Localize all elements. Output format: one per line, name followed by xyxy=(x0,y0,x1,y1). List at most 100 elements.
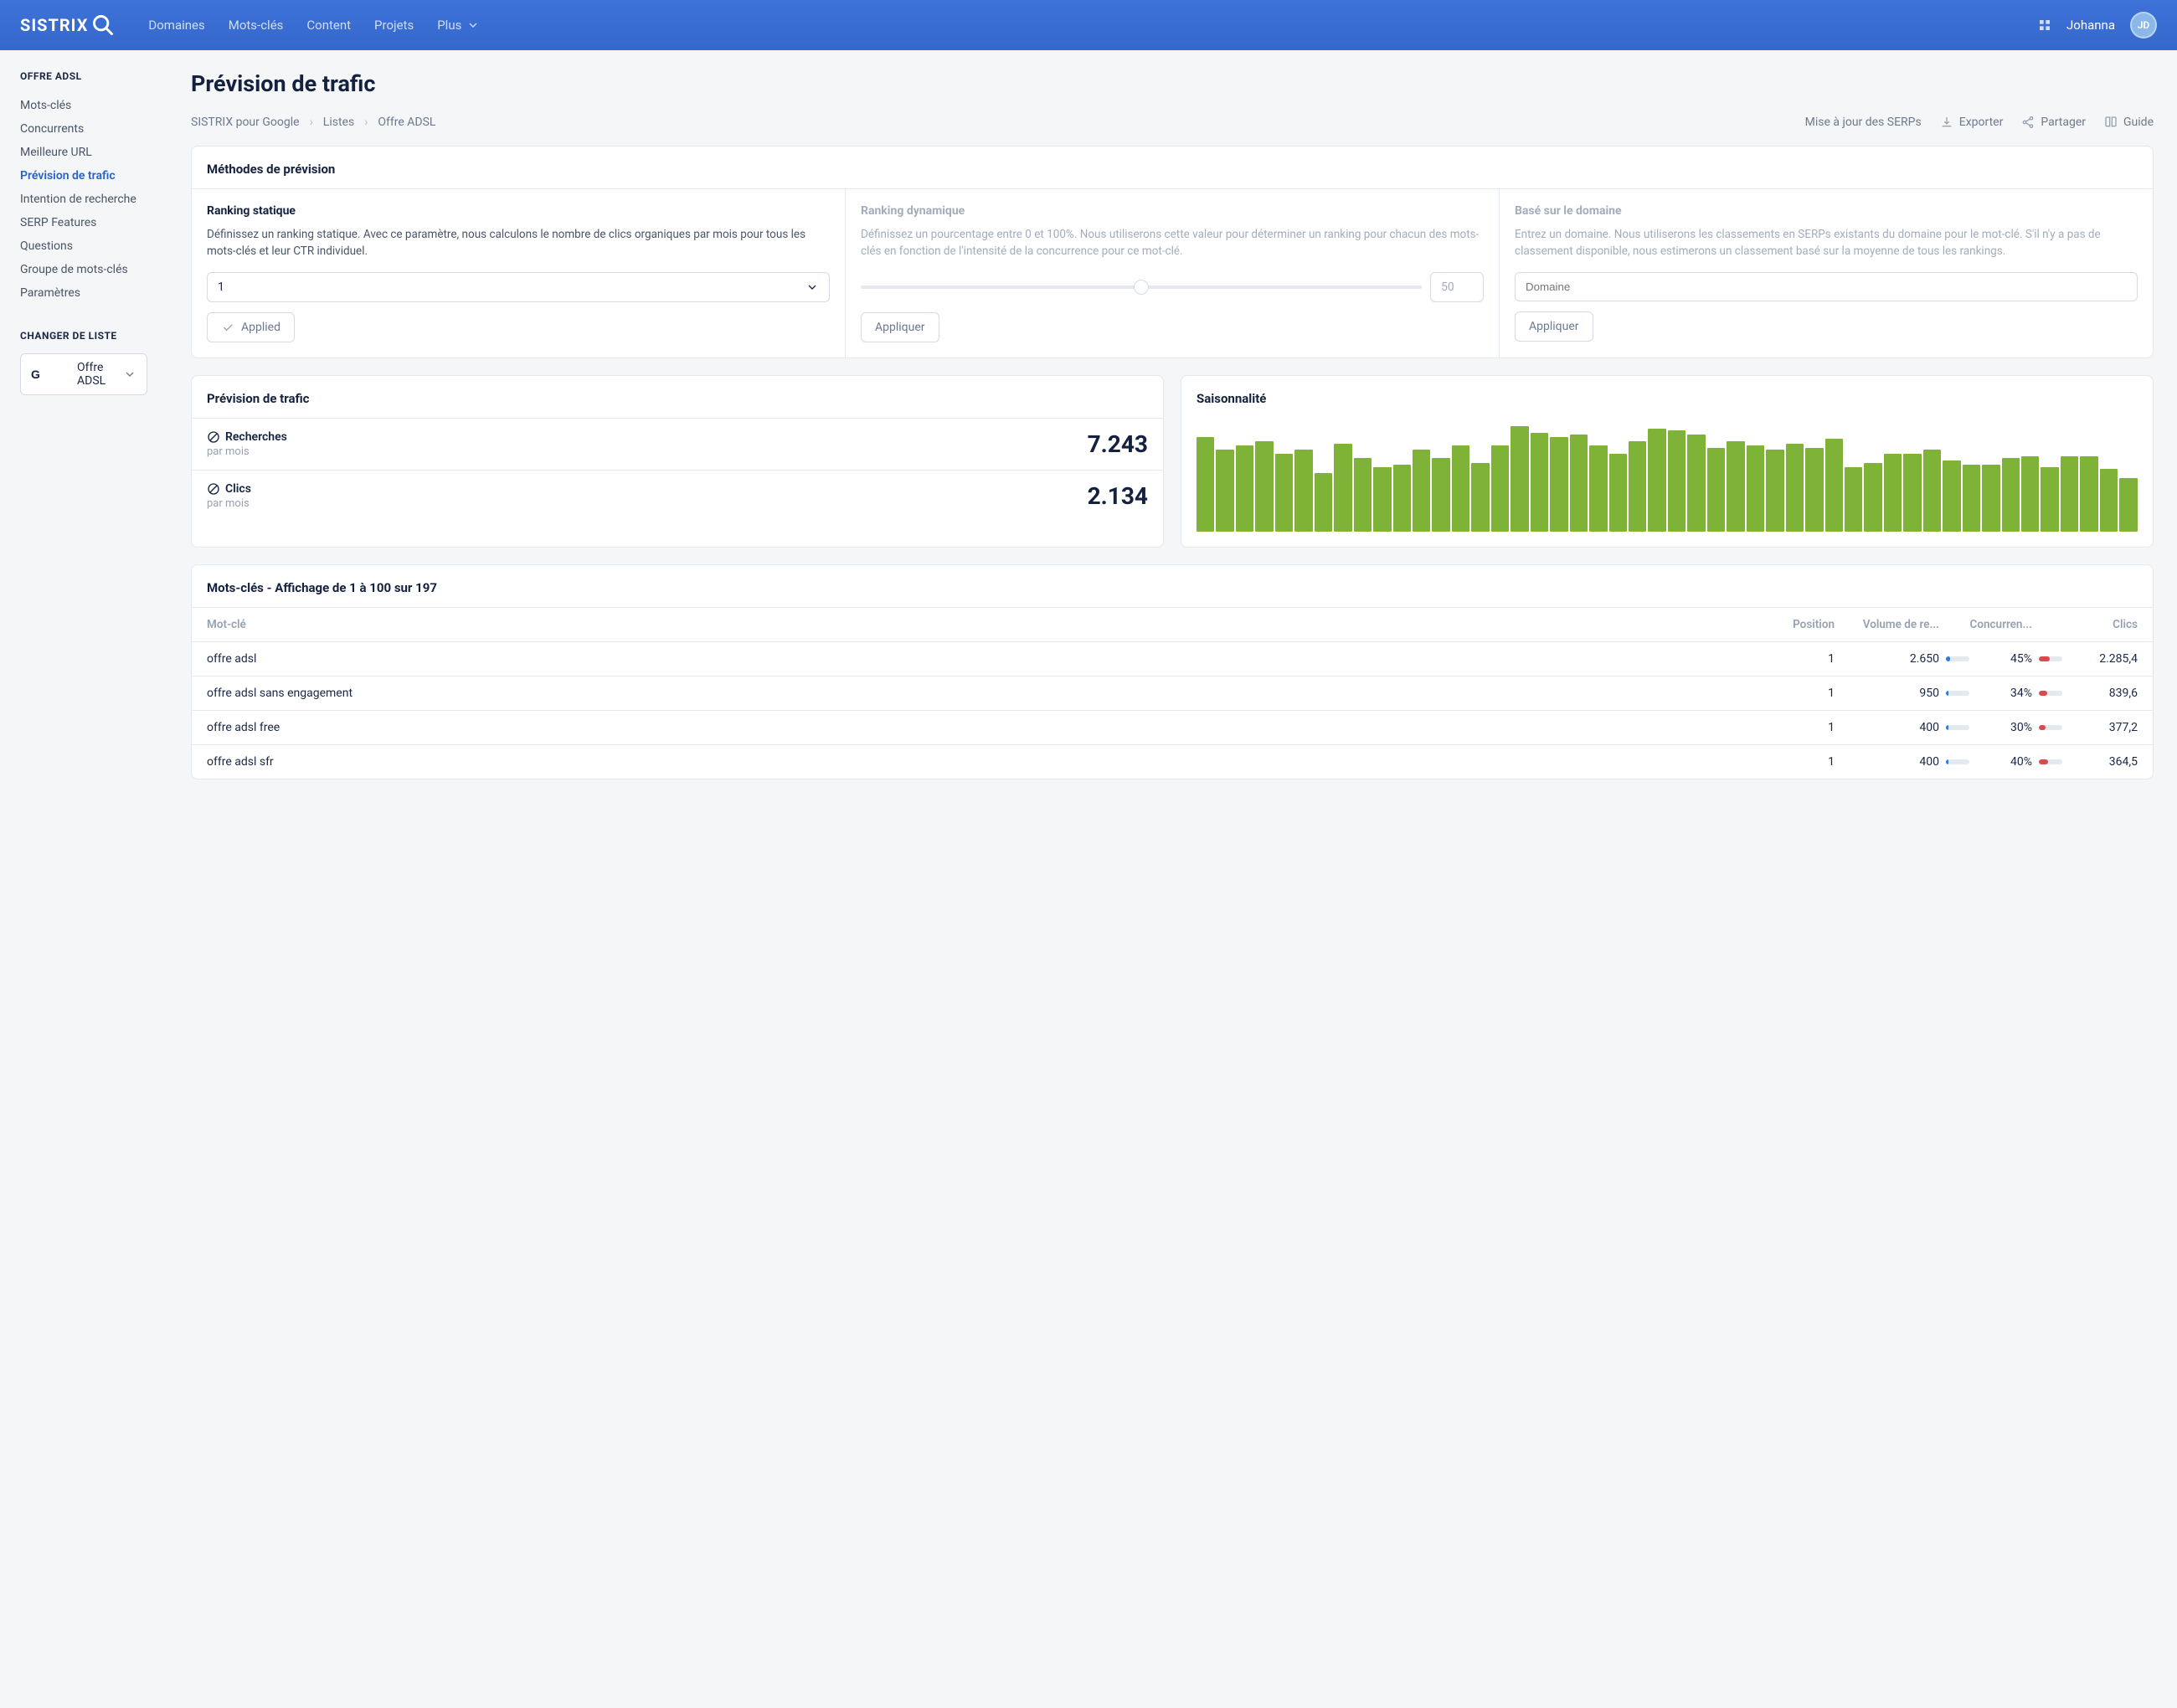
cell-position: 1 xyxy=(1759,687,1835,700)
chart-bar xyxy=(1354,458,1372,531)
cell-competition: 40% xyxy=(1969,755,2032,769)
sidebar-item-concurrents[interactable]: Concurrents xyxy=(20,117,147,141)
sidebar: OFFRE ADSL Mots-clés Concurrents Meilleu… xyxy=(0,50,167,820)
col-header-position[interactable]: Position xyxy=(1759,618,1835,631)
nav-content[interactable]: Content xyxy=(306,18,351,33)
table-row[interactable]: offre adsl free140030%377,2 xyxy=(192,710,2153,744)
cell-clicks: 839,6 xyxy=(2062,687,2138,700)
cell-clicks: 364,5 xyxy=(2062,755,2138,769)
nav-plus[interactable]: Plus xyxy=(437,18,480,33)
ranking-select[interactable]: 1 xyxy=(207,272,830,302)
serp-update-link[interactable]: Mise à jour des SERPs xyxy=(1805,116,1922,129)
method-static: Ranking statique Définissez un ranking s… xyxy=(192,189,846,358)
chart-bar xyxy=(1255,441,1273,532)
sidebar-item-questions[interactable]: Questions xyxy=(20,234,147,258)
logo-text: SISTRIX xyxy=(20,15,88,35)
kpi-searches: Recherches par mois 7.243 xyxy=(192,418,1163,470)
method-static-title: Ranking statique xyxy=(207,204,830,218)
top-header: SISTRIX Domaines Mots-clés Content Proje… xyxy=(0,0,2177,50)
chart-bar xyxy=(1963,465,1980,531)
table-row[interactable]: offre adsl sans engagement195034%839,6 xyxy=(192,676,2153,710)
volume-bar xyxy=(1946,691,1969,696)
domain-input[interactable] xyxy=(1515,272,2138,301)
page-header: SISTRIX pour Google › Listes › Offre ADS… xyxy=(191,116,2154,129)
chart-bar xyxy=(1609,454,1627,531)
cell-clicks: 377,2 xyxy=(2062,721,2138,734)
chart-bar xyxy=(2061,456,2078,532)
avatar[interactable]: JD xyxy=(2130,12,2157,39)
nav-projets[interactable]: Projets xyxy=(374,18,414,33)
breadcrumb-item[interactable]: Listes xyxy=(323,116,354,129)
cell-position: 1 xyxy=(1759,652,1835,666)
col-header-clicks[interactable]: Clics xyxy=(2062,618,2138,631)
average-icon xyxy=(207,482,220,496)
export-button[interactable]: Exporter xyxy=(1940,116,2004,129)
cell-keyword: offre adsl xyxy=(207,652,1759,666)
sidebar-item-intention[interactable]: Intention de recherche xyxy=(20,188,147,211)
methods-card-title: Méthodes de prévision xyxy=(192,147,2153,188)
seasonality-card: Saisonnalité xyxy=(1181,375,2154,548)
sidebar-item-parametres[interactable]: Paramètres xyxy=(20,281,147,305)
breadcrumb-item[interactable]: SISTRIX pour Google xyxy=(191,116,300,129)
sidebar-item-serp-features[interactable]: SERP Features xyxy=(20,211,147,234)
forecast-card: Prévision de trafic Recherches par mois … xyxy=(191,375,1164,548)
chart-bar xyxy=(1727,441,1744,532)
competition-bar xyxy=(2039,656,2062,661)
col-header-volume[interactable]: Volume de re... xyxy=(1835,618,1939,631)
chart-bar xyxy=(1373,467,1391,532)
chart-bar xyxy=(1786,444,1804,532)
chart-bar xyxy=(1903,454,1921,531)
chart-bar xyxy=(2119,478,2137,532)
chart-bar xyxy=(1747,445,1764,531)
chart-bar xyxy=(1707,448,1725,532)
chevron-down-icon xyxy=(466,18,480,32)
sidebar-item-mots-cles[interactable]: Mots-clés xyxy=(20,94,147,117)
table-row[interactable]: offre adsl12.65045%2.285,4 xyxy=(192,641,2153,676)
search-icon xyxy=(91,13,115,37)
seasonality-chart xyxy=(1197,424,2138,532)
cell-clicks: 2.285,4 xyxy=(2062,652,2138,666)
apply-dynamic-button[interactable]: Appliquer xyxy=(861,312,939,342)
table-row[interactable]: offre adsl sfr140040%364,5 xyxy=(192,744,2153,779)
chart-bar xyxy=(1805,448,1823,532)
volume-bar xyxy=(1946,759,1969,764)
chevron-down-icon xyxy=(123,368,136,381)
share-button[interactable]: Partager xyxy=(2021,116,2086,129)
methods-card: Méthodes de prévision Ranking statique D… xyxy=(191,146,2154,358)
ranking-slider[interactable] xyxy=(861,286,1422,289)
applied-button[interactable]: Applied xyxy=(207,312,295,342)
apply-domain-button[interactable]: Appliquer xyxy=(1515,311,1593,342)
chart-bar xyxy=(1982,465,1999,531)
list-selector[interactable]: G Offre ADSL xyxy=(20,353,147,395)
kpi-clicks-value: 2.134 xyxy=(1088,482,1148,510)
cell-volume: 400 xyxy=(1835,721,1939,734)
chart-bar xyxy=(1550,437,1567,532)
cell-volume: 400 xyxy=(1835,755,1939,769)
guide-button[interactable]: Guide xyxy=(2104,116,2154,129)
logo[interactable]: SISTRIX xyxy=(20,13,115,37)
nav-mots-cles[interactable]: Mots-clés xyxy=(229,18,284,33)
nav-domaines[interactable]: Domaines xyxy=(148,18,204,33)
sidebar-list: Mots-clés Concurrents Meilleure URL Prév… xyxy=(20,94,147,305)
cell-position: 1 xyxy=(1759,755,1835,769)
col-header-competition[interactable]: Concurren... xyxy=(1969,618,2032,631)
slider-thumb[interactable] xyxy=(1134,280,1149,295)
chevron-right-icon: › xyxy=(310,116,313,129)
username[interactable]: Johanna xyxy=(2066,18,2115,33)
volume-bar xyxy=(1946,656,1969,661)
apps-grid-icon[interactable] xyxy=(2038,18,2051,32)
kpi-clicks: Clics par mois 2.134 xyxy=(192,470,1163,522)
kpi-searches-value: 7.243 xyxy=(1088,430,1148,458)
chart-bar xyxy=(1452,445,1469,531)
sidebar-item-prevision-trafic[interactable]: Prévision de trafic xyxy=(20,164,147,188)
book-icon xyxy=(2104,116,2118,129)
seasonality-card-title: Saisonnalité xyxy=(1181,376,2153,418)
col-header-keyword[interactable]: Mot-clé xyxy=(207,618,1759,631)
sidebar-item-meilleure-url[interactable]: Meilleure URL xyxy=(20,141,147,164)
forecast-card-title: Prévision de trafic xyxy=(192,376,1163,418)
sidebar-item-groupe[interactable]: Groupe de mots-clés xyxy=(20,258,147,281)
cell-keyword: offre adsl sans engagement xyxy=(207,687,1759,700)
chart-bar xyxy=(1197,437,1214,532)
download-icon xyxy=(1940,116,1953,129)
main-content: Prévision de trafic SISTRIX pour Google … xyxy=(167,50,2177,820)
